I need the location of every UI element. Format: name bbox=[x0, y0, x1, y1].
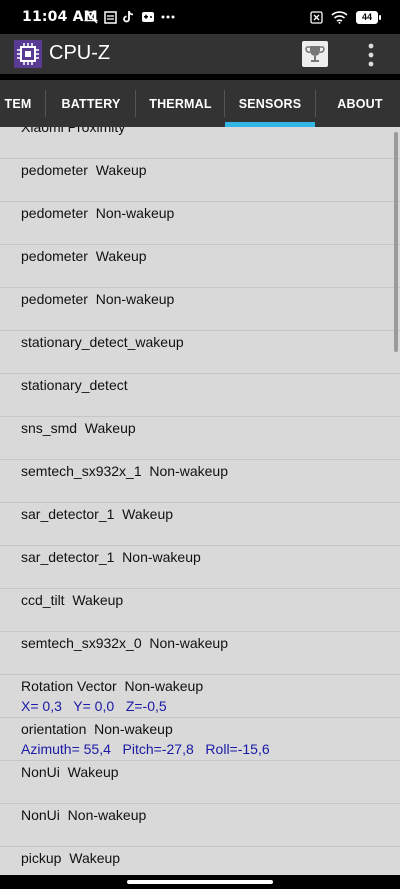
home-gesture-handle[interactable] bbox=[127, 880, 273, 884]
notes-icon bbox=[104, 10, 117, 24]
list-item: pedometer Wakeup bbox=[0, 159, 400, 202]
list-item: ccd_tilt Wakeup bbox=[0, 589, 400, 632]
mute-icon bbox=[84, 10, 98, 24]
status-icons-right: 44 bbox=[310, 9, 381, 25]
list-item: pedometer Non-wakeup bbox=[0, 202, 400, 245]
tab-sensors[interactable]: SENSORS bbox=[225, 80, 315, 127]
list-item: Xiaomi Proximity bbox=[0, 127, 400, 159]
list-item: pedometer Non-wakeup bbox=[0, 288, 400, 331]
nav-bar bbox=[0, 875, 400, 889]
sensor-values: X= 0,3 Y= 0,0 Z=-0,5 bbox=[21, 698, 167, 714]
list-item: NonUi Wakeup bbox=[0, 761, 400, 804]
status-bar: 11:04 AM 44 bbox=[0, 0, 400, 34]
tab-about[interactable]: ABOUT bbox=[316, 80, 400, 127]
battery-icon: 44 bbox=[356, 10, 381, 24]
list-item: pedometer Wakeup bbox=[0, 245, 400, 288]
list-item: sar_detector_1 Wakeup bbox=[0, 503, 400, 546]
tiktok-icon bbox=[123, 10, 134, 23]
list-item: semtech_sx932x_1 Non-wakeup bbox=[0, 460, 400, 503]
overflow-menu-icon[interactable] bbox=[366, 42, 376, 68]
list-item: Rotation Vector Non-wakeup X= 0,3 Y= 0,0… bbox=[0, 675, 400, 718]
sensor-list[interactable]: Xiaomi Proximity pedometer Wakeup pedome… bbox=[0, 127, 400, 875]
sim-icon bbox=[310, 10, 323, 24]
list-item: pickup Wakeup bbox=[0, 847, 400, 875]
more-icon bbox=[161, 15, 175, 19]
sensor-values: Azimuth= 55,4 Pitch=-27,8 Roll=-15,6 bbox=[21, 741, 270, 757]
list-item: stationary_detect_wakeup bbox=[0, 331, 400, 374]
tab-bar: TEM BATTERY THERMAL SENSORS ABOUT bbox=[0, 80, 400, 127]
trophy-button[interactable] bbox=[302, 41, 328, 67]
list-item: sns_smd Wakeup bbox=[0, 417, 400, 460]
trophy-icon bbox=[305, 46, 325, 62]
list-item: sar_detector_1 Non-wakeup bbox=[0, 546, 400, 589]
tab-battery[interactable]: BATTERY bbox=[46, 80, 136, 127]
cpu-logo-icon bbox=[14, 40, 42, 68]
gamepad-icon bbox=[142, 12, 154, 22]
list-item: semtech_sx932x_0 Non-wakeup bbox=[0, 632, 400, 675]
list-item: NonUi Non-wakeup bbox=[0, 804, 400, 847]
scrollbar[interactable] bbox=[394, 132, 398, 352]
app-title: CPU-Z bbox=[49, 42, 111, 64]
status-icons-left bbox=[84, 9, 175, 25]
tab-thermal[interactable]: THERMAL bbox=[136, 80, 225, 127]
list-item: stationary_detect bbox=[0, 374, 400, 417]
list-item: orientation Non-wakeup Azimuth= 55,4 Pit… bbox=[0, 718, 400, 761]
app-bar: CPU-Z bbox=[0, 34, 400, 74]
wifi-icon bbox=[331, 10, 348, 24]
tab-system[interactable]: TEM bbox=[0, 80, 48, 127]
